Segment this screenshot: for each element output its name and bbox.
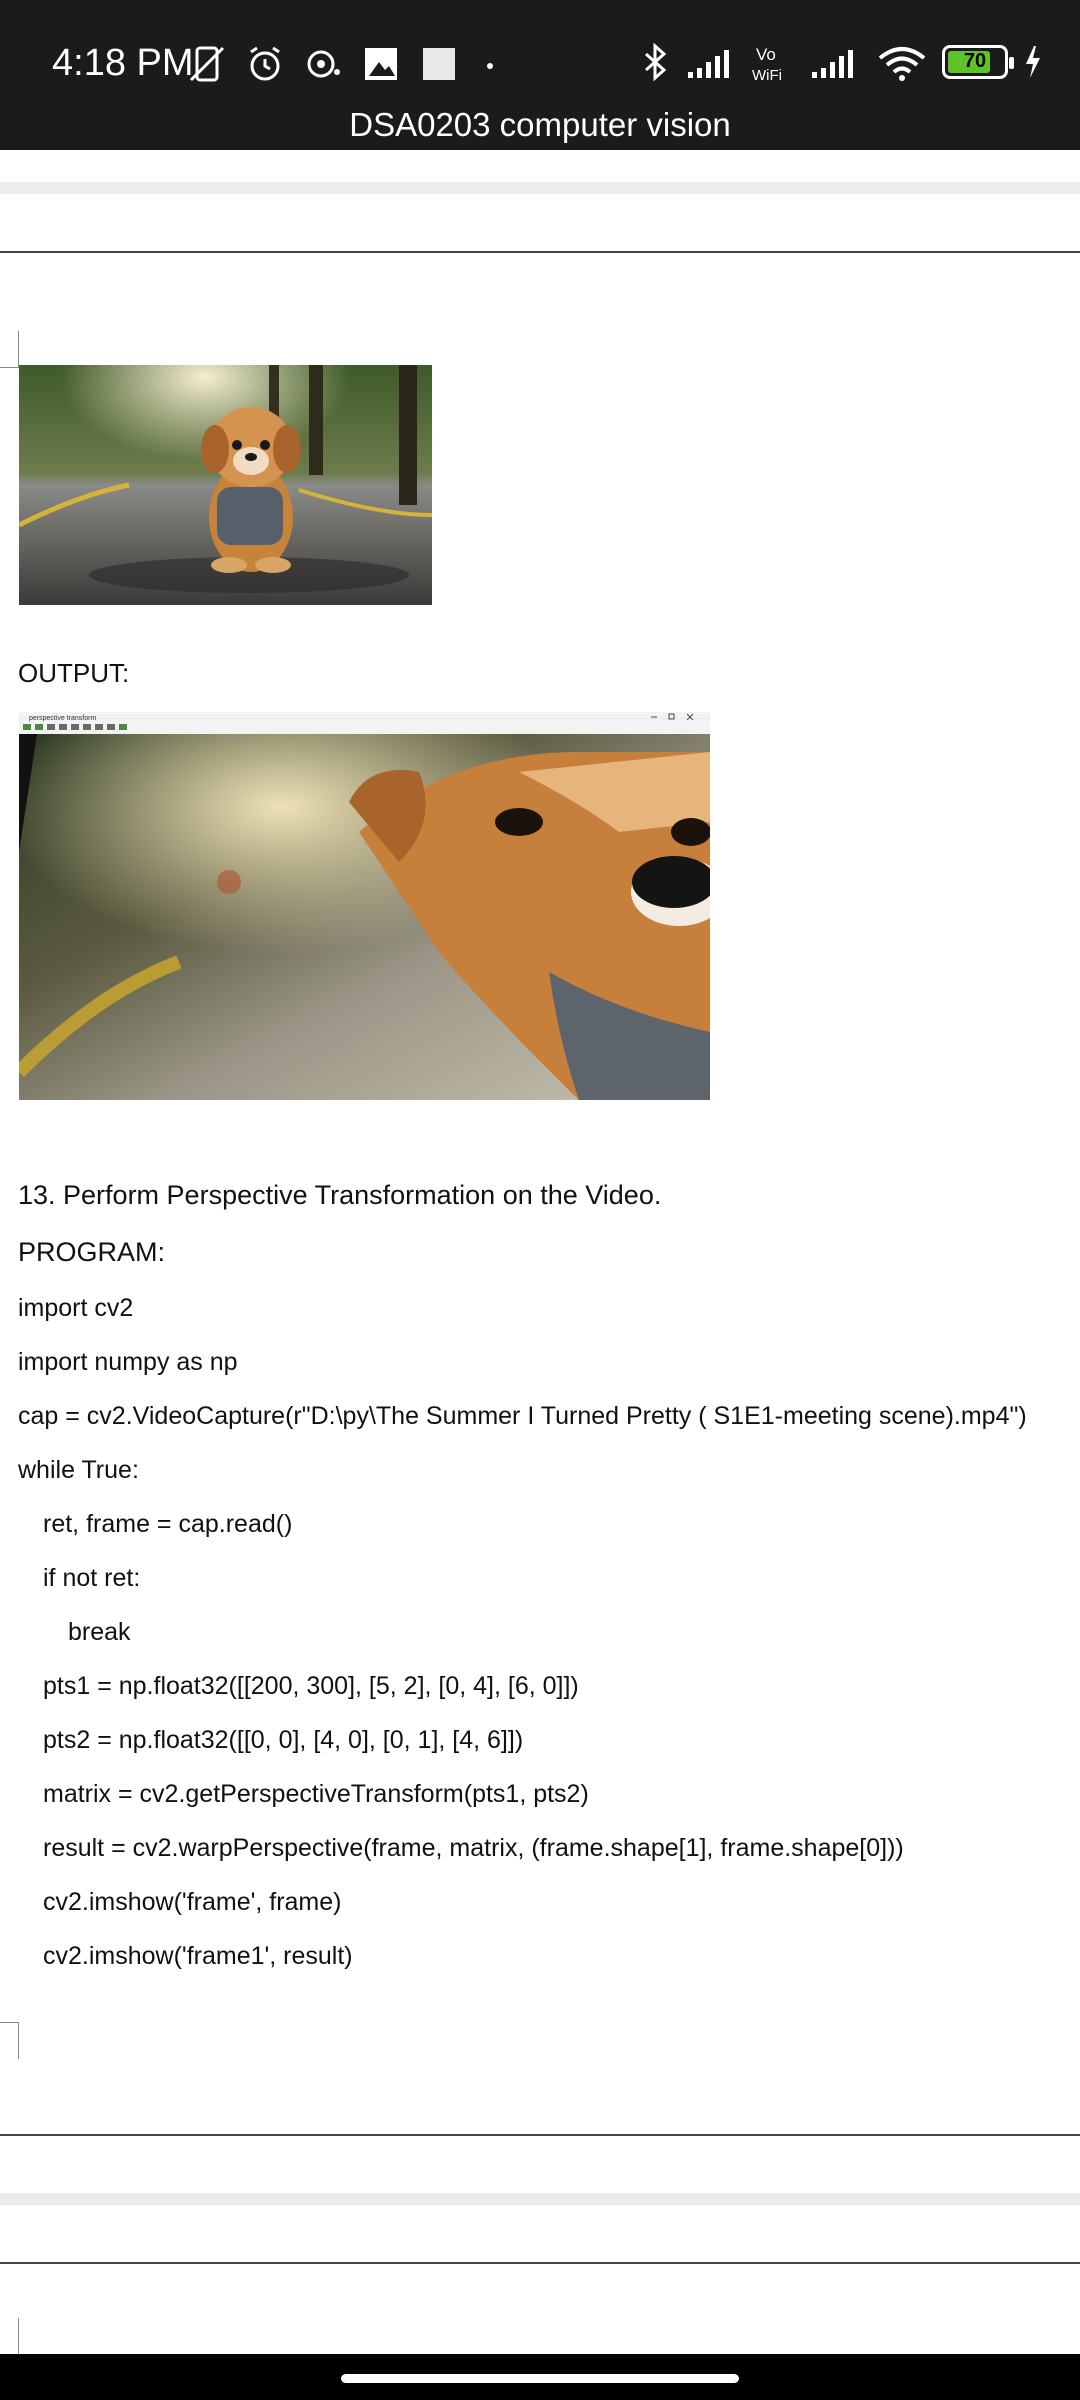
code-line: while True:: [18, 1456, 139, 1484]
margin-marker: [0, 331, 19, 368]
input-image-puppy: [19, 365, 432, 605]
battery-level: 70: [963, 50, 987, 72]
gallery-icon: [365, 48, 397, 80]
code-line: ret, frame = cap.read(): [43, 1510, 293, 1538]
output-window-title: perspective transform: [29, 715, 96, 722]
signal-2-icon: [812, 50, 853, 78]
wifi-icon: [878, 47, 926, 81]
output-window-toolbar: [23, 724, 127, 730]
code-line: import cv2: [18, 1294, 134, 1322]
code-line: cv2.imshow('frame1', result): [43, 1942, 353, 1970]
code-line: pts1 = np.float32([[200, 300], [5, 2], […: [43, 1672, 579, 1700]
page-header-rule: [0, 251, 1080, 253]
code-line: matrix = cv2.getPerspectiveTransform(pts…: [43, 1780, 589, 1808]
page-gap: [0, 182, 1080, 194]
clock: 4:18 PM: [52, 42, 194, 84]
code-line: cv2.imshow('frame', frame): [43, 1888, 342, 1916]
question-title: 13. Perform Perspective Transformation o…: [18, 1180, 662, 1210]
page-header-rule: [0, 2262, 1080, 2264]
status-bar: 4:18 PM Vo WiFi 70 DSA0203 computer visio…: [0, 0, 1080, 150]
output-window-screenshot: perspective transform: [19, 712, 710, 1100]
signal-1-icon: [688, 50, 729, 78]
bluetooth-icon: [645, 42, 667, 82]
code-line: if not ret:: [43, 1564, 141, 1592]
margin-marker: [0, 2318, 19, 2354]
battery-icon: 70: [942, 45, 1014, 79]
output-label: OUTPUT:: [18, 658, 130, 688]
program-label: PROGRAM:: [18, 1237, 166, 1267]
code-line: pts2 = np.float32([[0, 0], [4, 0], [0, 1…: [43, 1726, 524, 1754]
document-title: DSA0203 computer vision: [349, 106, 731, 143]
app-square-icon: [423, 48, 455, 80]
alarm-icon: [250, 46, 280, 81]
code-line: break: [68, 1618, 131, 1646]
code-line: result = cv2.warpPerspective(frame, matr…: [43, 1834, 904, 1862]
hotspot-icon: [307, 50, 340, 78]
code-line: import numpy as np: [18, 1348, 238, 1376]
vowifi-icon: Vo WiFi: [752, 45, 782, 84]
svg-text:WiFi: WiFi: [752, 67, 782, 84]
home-gesture-handle[interactable]: [341, 2374, 739, 2383]
more-dot-icon: [487, 63, 493, 69]
charging-icon: [1026, 46, 1040, 78]
svg-text:Vo: Vo: [756, 45, 776, 64]
system-icons: Vo WiFi 70: [638, 40, 1044, 84]
vibrate-off-icon: [189, 46, 225, 82]
code-line: cap = cv2.VideoCapture(r"D:\py\The Summe…: [18, 1402, 1027, 1430]
page-gap: [0, 2193, 1080, 2205]
page-footer-rule: [0, 2134, 1080, 2136]
margin-marker: [0, 2022, 19, 2059]
navigation-bar: [0, 2354, 1080, 2400]
notification-icons: [185, 42, 505, 86]
